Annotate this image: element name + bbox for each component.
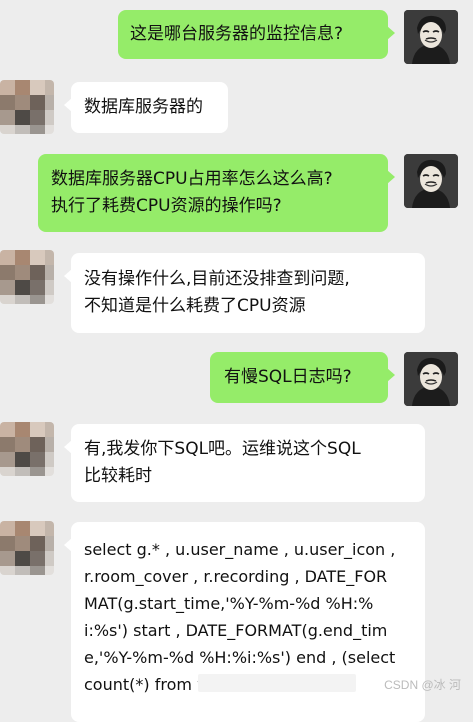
message-text: 有,我发你下SQL吧。运维说这个SQL 比较耗时 (84, 439, 361, 486)
message-text: 这是哪台服务器的监控信息? (130, 24, 344, 44)
message-text: 有慢SQL日志吗? (224, 367, 352, 387)
message-text: 数据库服务器的 (84, 97, 203, 117)
contact-avatar-pixelated[interactable] (0, 80, 54, 134)
self-avatar[interactable] (404, 352, 458, 406)
bubble-tail (64, 440, 72, 454)
redacted-region (198, 674, 356, 692)
message-bubble-contact[interactable]: 数据库服务器的 (64, 82, 228, 133)
message-text: 数据库服务器CPU占用率怎么这么高? 执行了耗费CPU资源的操作吗? (51, 169, 333, 216)
bubble-tail (64, 538, 72, 552)
contact-avatar-pixelated[interactable] (0, 422, 54, 476)
bubble-tail (387, 26, 395, 40)
masked-face-icon (404, 154, 458, 208)
self-avatar[interactable] (404, 154, 458, 208)
message-bubble-self[interactable]: 这是哪台服务器的监控信息? (118, 10, 395, 59)
message-bubble-contact-sql[interactable]: select g.* , u.user_name , u.user_icon ,… (64, 522, 425, 722)
contact-avatar-pixelated[interactable] (0, 521, 54, 575)
message-bubble-contact[interactable]: 没有操作什么,目前还没排查到问题, 不知道是什么耗费了CPU资源 (64, 253, 425, 333)
contact-avatar-pixelated[interactable] (0, 250, 54, 304)
masked-face-icon (404, 352, 458, 406)
bubble-tail (64, 269, 72, 283)
message-bubble-contact[interactable]: 有,我发你下SQL吧。运维说这个SQL 比较耗时 (64, 424, 425, 502)
watermark: CSDN @冰 河 (384, 678, 461, 692)
message-text: 没有操作什么,目前还没排查到问题, 不知道是什么耗费了CPU资源 (84, 269, 350, 316)
masked-face-icon (404, 10, 458, 64)
message-bubble-self[interactable]: 有慢SQL日志吗? (210, 352, 395, 403)
self-avatar[interactable] (404, 10, 458, 64)
bubble-tail (387, 170, 395, 184)
message-bubble-self[interactable]: 数据库服务器CPU占用率怎么这么高? 执行了耗费CPU资源的操作吗? (38, 154, 395, 232)
bubble-tail (64, 98, 72, 112)
bubble-tail (387, 368, 395, 382)
